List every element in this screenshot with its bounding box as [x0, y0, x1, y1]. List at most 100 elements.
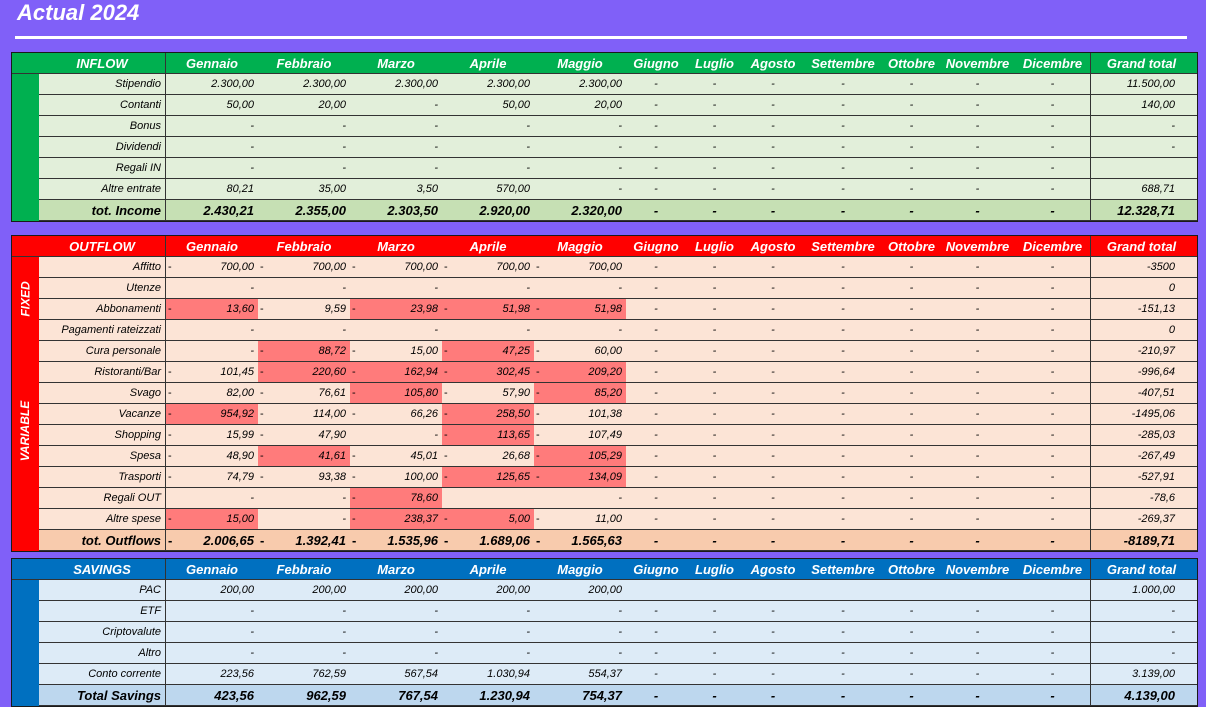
cell-text: 134,09: [588, 471, 622, 483]
cell-text: -: [250, 141, 254, 153]
cell-value: -: [883, 664, 940, 684]
cell-text: -: [771, 647, 775, 659]
cell-text: -: [342, 626, 346, 638]
cell-text: -: [771, 78, 775, 90]
cell-value: -: [258, 320, 350, 340]
cell-text: -: [434, 324, 438, 336]
table-row: Pagamenti rateizzati - - - - - - - - - - - - 0: [12, 320, 1197, 341]
cell-value: -: [626, 299, 686, 319]
month-header-febbraio: Febbraio: [276, 55, 332, 71]
cell-value: -: [166, 601, 258, 621]
total-value: -: [686, 200, 743, 220]
cell-text: -: [1050, 471, 1055, 483]
cell-text: 2.300,00: [487, 78, 530, 90]
month-header-gennaio: Gennaio: [185, 238, 238, 254]
cell-text: -: [975, 120, 980, 132]
cell-text: -: [654, 324, 658, 336]
cell-value: - 82,00: [166, 383, 258, 403]
month-header-ottobre: Ottobre: [888, 238, 935, 254]
cell-value: [442, 488, 534, 508]
cell-text: -: [1050, 668, 1055, 680]
cell-value: -: [940, 488, 1015, 508]
cell-value: - 700,00: [258, 257, 350, 277]
cell-value: - 15,99: [166, 425, 258, 445]
cell-value: -: [803, 116, 883, 136]
month-header-gennaio: Gennaio: [185, 561, 238, 577]
cell-value: - 51,98: [534, 299, 626, 319]
negative-sign: -: [444, 303, 448, 315]
total-value: -: [1015, 685, 1090, 705]
cell-value: -: [1015, 137, 1090, 157]
cell-value: -: [686, 601, 743, 621]
negative-sign: -: [260, 387, 264, 399]
cell-value: -: [686, 467, 743, 487]
cell-text: -: [1050, 492, 1055, 504]
row-label: Trasporti: [39, 467, 166, 487]
cell-value: -: [743, 425, 803, 445]
cell-text: 200,00: [220, 584, 254, 596]
cell-value: -: [534, 137, 626, 157]
total-value: -: [883, 200, 940, 220]
cell-value: -: [258, 278, 350, 298]
cell-text: -: [975, 450, 980, 462]
cell-value: - 11,00: [534, 509, 626, 529]
cell-value: -: [686, 278, 743, 298]
grand-total-value: 12.328,71: [1090, 200, 1192, 220]
cell-value: -: [166, 643, 258, 663]
cell-value: -: [940, 509, 1015, 529]
cell-text: 2.300,00: [303, 78, 346, 90]
cell-text: -: [618, 647, 622, 659]
total-text: -: [653, 532, 659, 548]
negative-sign: -: [352, 345, 356, 357]
cell-value: -: [940, 404, 1015, 424]
cell-value: -: [803, 601, 883, 621]
cell-text: -: [771, 99, 775, 111]
table-row: Trasporti -74,79-93,38-100,00-125,65-134,…: [12, 467, 1197, 488]
cell-text: -: [342, 282, 346, 294]
month-header-novembre: Novembre: [945, 238, 1010, 254]
outflow-total-label: tot. Outflows: [39, 530, 166, 550]
total-value: 754,37: [534, 685, 626, 705]
cell-text: -: [1050, 303, 1055, 315]
cell-text: -: [654, 471, 658, 483]
cell-value: -: [883, 362, 940, 382]
cell-value: -: [1015, 467, 1090, 487]
cell-value: -: [883, 341, 940, 361]
row-label: Altre entrate: [39, 179, 166, 199]
cell-text: -: [618, 324, 622, 336]
cell-text: -: [771, 120, 775, 132]
total-value: - 1.565,63: [534, 530, 626, 550]
cell-value: -: [743, 664, 803, 684]
cell-value: -: [743, 446, 803, 466]
cell-value: [803, 580, 883, 600]
cell-value: -: [883, 158, 940, 178]
cell-value: -: [686, 158, 743, 178]
cell-value: -: [686, 509, 743, 529]
cell-text: 700,00: [496, 261, 530, 273]
month-header-marzo: Marzo: [377, 561, 415, 577]
cell-text: -: [250, 162, 254, 174]
cell-value: - 74,79: [166, 467, 258, 487]
cell-text: -: [434, 626, 438, 638]
cell-value: -: [803, 74, 883, 94]
negative-sign: -: [260, 366, 264, 378]
total-text: 1.565,63: [571, 532, 622, 548]
cell-text: -: [841, 387, 845, 399]
grand-total-header: Grand total: [1090, 53, 1192, 73]
cell-value: -: [534, 158, 626, 178]
cell-text: -: [909, 183, 914, 195]
cell-text: 1.030,94: [487, 668, 530, 680]
cell-value: -: [883, 425, 940, 445]
cell-value: -: [803, 299, 883, 319]
table-row: Altre entrate 80,21 35,00 3,50 570,00 - - - - - - -…: [12, 179, 1197, 200]
cell-value: -: [626, 137, 686, 157]
table-row: Altre spese -15,00- -238,37-5,00-11,00- - - -…: [12, 509, 1197, 530]
cell-text: -: [654, 513, 658, 525]
row-label: Regali OUT: [39, 488, 166, 508]
cell-text: -: [909, 345, 914, 357]
cell-text: -: [975, 366, 980, 378]
cell-text: -: [1050, 429, 1055, 441]
cell-value: -: [686, 362, 743, 382]
cell-value: -: [940, 116, 1015, 136]
cell-text: -: [975, 99, 980, 111]
